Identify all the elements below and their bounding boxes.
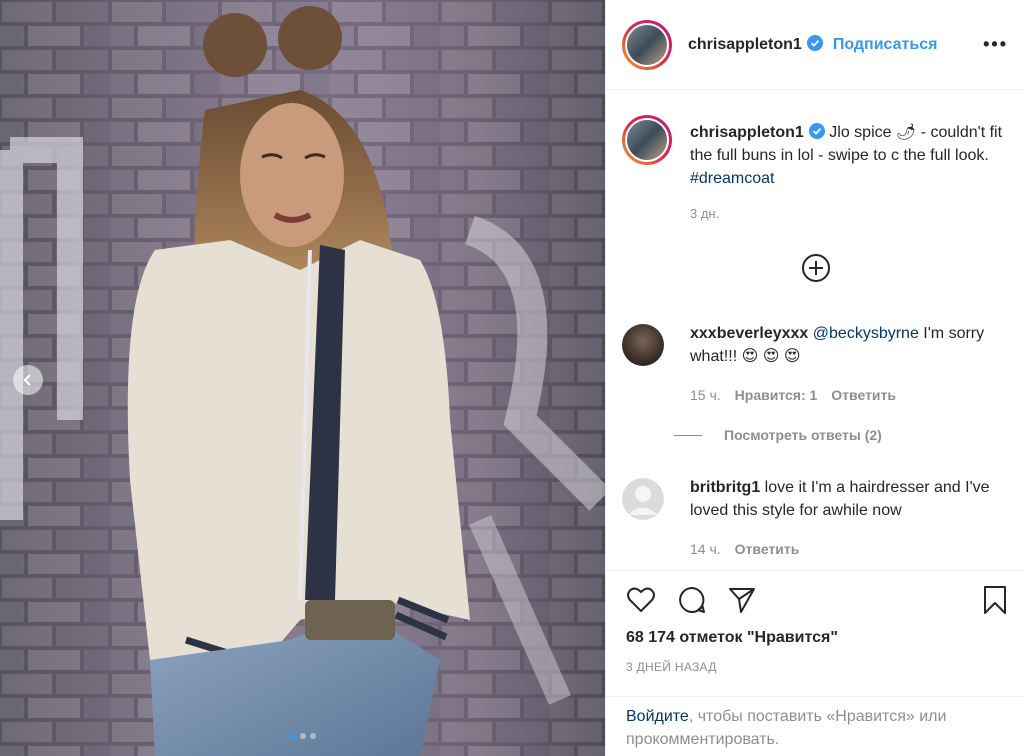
commenter-avatar[interactable] bbox=[622, 324, 664, 366]
post-date[interactable]: 3 ДНЕЙ НАЗАД bbox=[626, 660, 717, 674]
post-sidebar: chrisappleton1 Подписаться ••• chrisappl… bbox=[605, 0, 1024, 756]
login-prompt: Войдите, чтобы поставить «Нравится» или … bbox=[606, 696, 1024, 751]
caption-meta: 3 дн. bbox=[690, 206, 719, 221]
login-link[interactable]: Войдите bbox=[626, 708, 689, 725]
author-username[interactable]: chrisappleton1 bbox=[688, 35, 823, 54]
divider bbox=[674, 434, 702, 436]
likes-count[interactable]: 68 174 отметок "Нравится" bbox=[626, 629, 838, 647]
post-photo[interactable] bbox=[0, 0, 605, 756]
comment-likes[interactable]: Нравится: 1 bbox=[735, 387, 818, 403]
more-options-icon[interactable]: ••• bbox=[983, 34, 1008, 55]
comment-time[interactable]: 15 ч. bbox=[690, 387, 721, 403]
plus-circle-icon[interactable] bbox=[801, 253, 831, 283]
reply-button[interactable]: Ответить bbox=[831, 387, 896, 403]
caption-text: chrisappleton1 Jlo spice 🌶 - couldn't fi… bbox=[690, 121, 1005, 190]
author-username-text[interactable]: chrisappleton1 bbox=[688, 36, 802, 53]
heart-icon[interactable] bbox=[626, 585, 656, 615]
follow-button[interactable]: Подписаться bbox=[833, 36, 938, 54]
view-replies-label[interactable]: Посмотреть ответы (2) bbox=[724, 427, 882, 443]
default-avatar-icon[interactable] bbox=[622, 478, 664, 520]
comment-text: xxxbeverleyxxx @beckysbyrne I'm sorry wh… bbox=[690, 322, 1005, 368]
comment-text: britbritg1 love it I'm a hairdresser and… bbox=[690, 476, 1005, 522]
carousel-dot bbox=[299, 733, 306, 739]
carousel-dot-active bbox=[289, 733, 296, 739]
comment-username[interactable]: britbritg1 bbox=[690, 479, 760, 496]
comments-list[interactable]: chrisappleton1 Jlo spice 🌶 - couldn't fi… bbox=[606, 91, 1024, 569]
post-actions: 68 174 отметок "Нравится" 3 ДНЕЙ НАЗАД В… bbox=[606, 570, 1024, 756]
paper-plane-icon[interactable] bbox=[727, 585, 757, 615]
author-avatar[interactable] bbox=[622, 19, 672, 70]
reply-button[interactable]: Ответить bbox=[735, 541, 800, 557]
comment-mention[interactable]: @beckysbyrne bbox=[813, 325, 919, 342]
comment-username[interactable]: xxxbeverleyxxx bbox=[690, 325, 808, 342]
action-icons bbox=[626, 585, 1011, 617]
comment-meta: 14 ч. Ответить bbox=[690, 541, 799, 557]
chevron-left-icon bbox=[23, 374, 31, 386]
comment-meta: 15 ч. Нравится: 1 Ответить bbox=[690, 387, 896, 403]
carousel-indicator bbox=[0, 733, 605, 739]
caption-hashtag[interactable]: #dreamcoat bbox=[690, 170, 775, 187]
verified-badge-icon bbox=[808, 123, 825, 139]
caption-username[interactable]: chrisappleton1 bbox=[690, 124, 804, 141]
post-image bbox=[0, 0, 605, 756]
carousel-dot bbox=[309, 733, 316, 739]
carousel-prev-button[interactable] bbox=[13, 365, 43, 395]
bookmark-icon[interactable] bbox=[980, 585, 1010, 615]
post-header: chrisappleton1 Подписаться ••• bbox=[606, 0, 1024, 90]
caption-author-avatar[interactable] bbox=[622, 115, 672, 165]
comment-bubble-icon[interactable] bbox=[677, 585, 707, 615]
verified-badge-icon bbox=[806, 35, 823, 51]
caption-time[interactable]: 3 дн. bbox=[690, 206, 719, 221]
view-replies-button[interactable]: Посмотреть ответы (2) bbox=[674, 427, 882, 443]
comment-time[interactable]: 14 ч. bbox=[690, 541, 721, 557]
